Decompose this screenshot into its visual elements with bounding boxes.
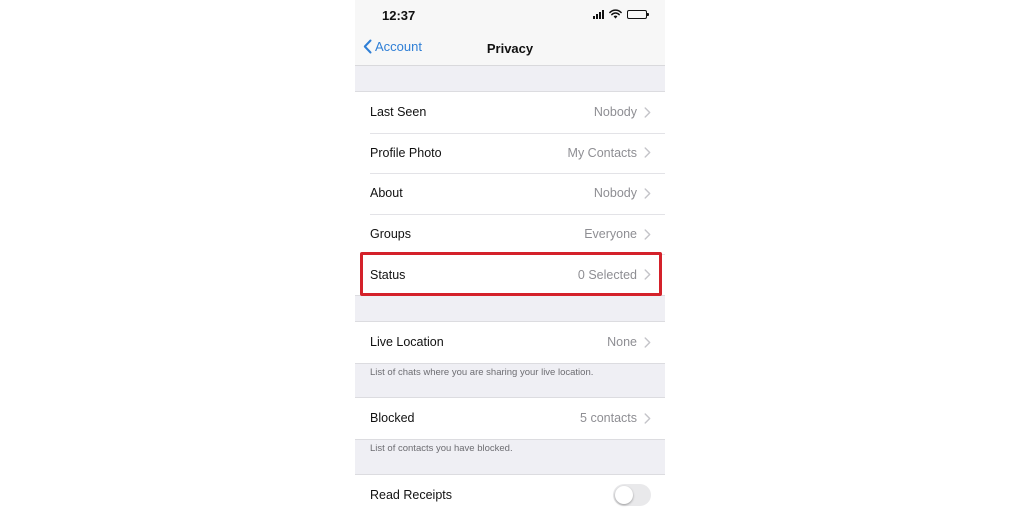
battery-icon: [627, 9, 649, 19]
row-label: Groups: [370, 227, 411, 242]
groups-row[interactable]: Groups Everyone: [355, 213, 665, 255]
chevron-right-icon: [644, 337, 651, 348]
wifi-icon: [609, 9, 622, 19]
row-value: Everyone: [584, 227, 637, 242]
live-location-footnote: List of chats where you are sharing your…: [370, 367, 594, 378]
row-label: Blocked: [370, 411, 415, 426]
row-value: None: [607, 335, 637, 350]
row-value: Nobody: [593, 105, 637, 120]
chevron-right-icon: [644, 228, 651, 240]
row-value: Nobody: [593, 186, 637, 201]
top-bar: 12:37 Account Privacy: [355, 0, 665, 66]
read-receipts-group: Read Receipts: [355, 474, 665, 512]
row-value: My Contacts: [567, 145, 637, 160]
chevron-right-icon: [644, 413, 651, 424]
read-receipts-toggle[interactable]: [613, 484, 651, 506]
row-label: Read Receipts: [370, 488, 452, 502]
chevron-right-icon: [644, 188, 651, 199]
profile-photo-row[interactable]: Profile Photo My Contacts: [355, 132, 665, 174]
read-receipts-row: Read Receipts: [355, 475, 665, 512]
cellular-signal-icon: [593, 9, 604, 19]
blocked-footnote: List of contacts you have blocked.: [370, 443, 513, 454]
page-title: Privacy: [486, 41, 534, 56]
row-value: 5 contacts: [580, 411, 637, 426]
status-time: 12:37: [382, 8, 416, 23]
row-label: Last Seen: [370, 105, 427, 120]
status-highlight-box: [360, 252, 662, 296]
blocked-group: Blocked 5 contacts: [355, 397, 665, 440]
chevron-right-icon: [644, 147, 651, 159]
status-icons: [593, 9, 649, 19]
last-seen-row[interactable]: Last Seen Nobody: [355, 92, 665, 133]
live-location-row[interactable]: Live Location None: [355, 322, 665, 363]
chevron-right-icon: [644, 107, 651, 118]
about-row[interactable]: About Nobody: [355, 173, 665, 214]
live-location-group: Live Location None: [355, 321, 665, 364]
row-label: Profile Photo: [370, 145, 442, 160]
row-label: Live Location: [370, 335, 444, 350]
toggle-knob: [615, 486, 633, 504]
blocked-row[interactable]: Blocked 5 contacts: [355, 398, 665, 439]
row-label: About: [370, 186, 403, 201]
